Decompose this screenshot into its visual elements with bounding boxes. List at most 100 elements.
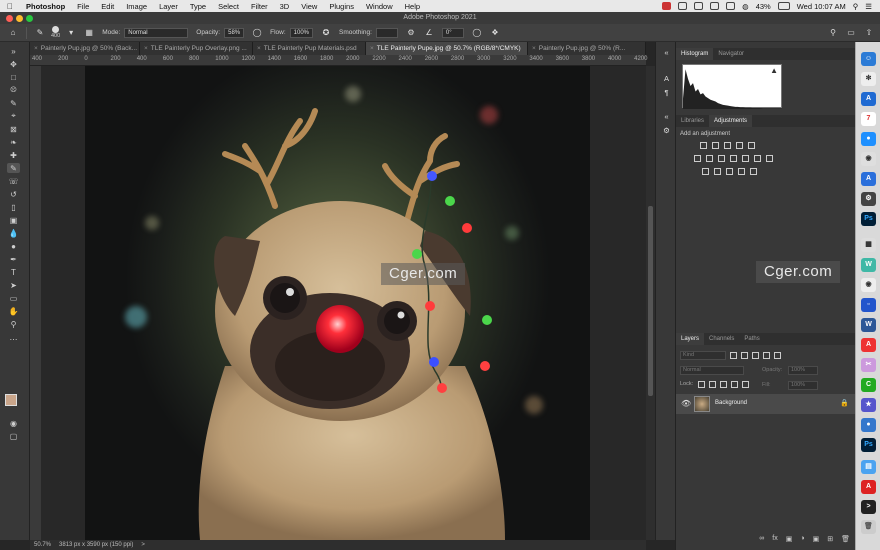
status-menu-arrow[interactable]: > — [141, 542, 145, 548]
tab-histogram[interactable]: Histogram — [676, 48, 714, 60]
apple-icon[interactable]:  — [0, 2, 20, 11]
tab-painterly-pup-materials[interactable]: × TLE Painterly Pup Materials.psd — [253, 42, 366, 55]
collapse-toolbar-icon[interactable]: » — [7, 46, 20, 56]
warning-icon[interactable]: ▲ — [770, 66, 778, 75]
pen-tool-icon[interactable]: ✒ — [7, 254, 20, 264]
selective-color-icon[interactable] — [738, 168, 745, 175]
add-mask-icon[interactable]: ▣ — [786, 535, 793, 547]
frame-tool-icon[interactable]: ⊠ — [7, 124, 20, 134]
lock-all-icon[interactable] — [742, 381, 749, 388]
tab-paths[interactable]: Paths — [739, 333, 764, 345]
tab-adjustments[interactable]: Adjustments — [709, 115, 753, 127]
menu-type[interactable]: Type — [184, 2, 212, 11]
minimize-window-button[interactable] — [16, 15, 23, 22]
collapse-panels-icon[interactable]: « — [661, 112, 672, 122]
pressure-opacity-icon[interactable]: ◯ — [252, 28, 262, 38]
battery-icon[interactable] — [777, 2, 790, 10]
tab-painterly-pup-overlay[interactable]: × TLE Painterly Pup Overlay.png ... — [140, 42, 253, 55]
opacity-field[interactable]: 58% — [224, 27, 245, 38]
pdf-icon[interactable]: A — [861, 480, 876, 494]
layer-row-background[interactable]: 👁 Background 🔒 — [676, 394, 856, 414]
blur-tool-icon[interactable]: 💧 — [7, 228, 20, 238]
invert-icon[interactable] — [702, 168, 709, 175]
brush-preset-picker[interactable]: 400 — [51, 26, 60, 39]
path-selection-tool-icon[interactable]: ➤ — [7, 280, 20, 290]
angle-icon[interactable]: ∠ — [424, 28, 434, 38]
outlook-icon[interactable]: ▫ — [861, 298, 876, 312]
quick-select-tool-icon[interactable]: ✎ — [7, 98, 20, 108]
green-app-icon[interactable]: C — [861, 378, 876, 392]
menu-image[interactable]: Image — [120, 2, 153, 11]
menu-plugins[interactable]: Plugins — [323, 2, 360, 11]
mode-select[interactable]: Normal — [124, 27, 189, 38]
menu-file[interactable]: File — [71, 2, 95, 11]
word-icon[interactable]: W — [861, 318, 876, 332]
black-white-icon[interactable] — [718, 155, 725, 162]
maximize-window-button[interactable] — [26, 15, 33, 22]
document-info[interactable]: 3813 px x 3590 px (150 ppi) — [59, 542, 133, 548]
shape-filter-icon[interactable] — [763, 352, 770, 359]
marquee-tool-icon[interactable]: □ — [7, 72, 20, 82]
color-balance-icon[interactable] — [706, 155, 713, 162]
brush-tool-icon[interactable]: ✎ — [7, 163, 20, 173]
lock-position-icon[interactable] — [720, 381, 727, 388]
menu-view[interactable]: View — [295, 2, 323, 11]
threshold-icon[interactable] — [726, 168, 733, 175]
canvas-scrollbar[interactable] — [646, 66, 655, 540]
grid-icon[interactable] — [694, 2, 704, 10]
curves-icon[interactable] — [724, 142, 731, 149]
calendar-icon[interactable]: 7 — [861, 112, 876, 126]
type-tool-icon[interactable]: T — [7, 267, 20, 277]
notes-icon[interactable]: ▦ — [861, 238, 876, 252]
app-status-icon[interactable] — [662, 2, 672, 10]
star-app-icon[interactable]: ★ — [861, 398, 876, 412]
wifi-icon[interactable]: ◍ — [742, 2, 749, 11]
flow-field[interactable]: 100% — [289, 27, 314, 38]
trash-icon[interactable]: 🗑 — [861, 520, 876, 534]
crop-tool-icon[interactable]: ⌖ — [7, 111, 20, 121]
layer-blend-mode[interactable]: Normal — [680, 366, 744, 375]
photoshop-icon[interactable]: Ps — [861, 212, 876, 226]
control-center-icon[interactable]: ☰ — [865, 2, 872, 11]
smoothing-field[interactable] — [375, 27, 398, 38]
layer-fill-field[interactable]: 100% — [788, 381, 818, 390]
eye-icon[interactable]: 👁 — [681, 399, 691, 408]
search-icon[interactable]: ⚲ — [853, 2, 859, 11]
zoom-level[interactable]: 50.7% — [34, 542, 51, 548]
collapse-panels-icon[interactable]: « — [661, 48, 672, 58]
move-tool-icon[interactable]: ✥ — [7, 59, 20, 69]
new-group-icon[interactable]: ▣ — [813, 535, 820, 547]
hand-tool-icon[interactable]: ✋ — [7, 306, 20, 316]
healing-brush-tool-icon[interactable]: ✚ — [7, 150, 20, 160]
system-preferences-icon[interactable]: ⚙ — [861, 192, 876, 206]
hue-saturation-icon[interactable] — [694, 155, 701, 162]
brush-tool-icon[interactable]: ✎ — [35, 28, 45, 38]
menu-3d[interactable]: 3D — [274, 2, 296, 11]
menu-app[interactable]: Photoshop — [20, 2, 71, 11]
airbrush-icon[interactable]: ✪ — [321, 28, 331, 38]
photo-filter-icon[interactable] — [730, 155, 737, 162]
pressure-size-icon[interactable]: ◯ — [472, 28, 482, 38]
menu-select[interactable]: Select — [212, 2, 245, 11]
tab-painterly-pupe-active[interactable]: × TLE Painterly Pupe.jpg @ 50.7% (RGB/8*/… — [366, 42, 528, 55]
cloud-icon[interactable] — [678, 2, 688, 10]
folder-icon[interactable]: ▤ — [861, 460, 876, 474]
tab-navigator[interactable]: Navigator — [713, 48, 749, 60]
bluetooth-icon[interactable] — [726, 2, 736, 10]
dodge-tool-icon[interactable]: ● — [7, 241, 20, 251]
scrollbar-thumb[interactable] — [648, 206, 653, 396]
chevron-down-icon[interactable]: ▾ — [66, 28, 76, 38]
new-adjustment-icon[interactable]: ◑ — [800, 535, 804, 547]
lock-transparency-icon[interactable] — [698, 381, 705, 388]
menu-window[interactable]: Window — [360, 2, 399, 11]
layer-opacity-field[interactable]: 100% — [788, 366, 818, 375]
menubar-clock[interactable]: Wed 10:07 AM — [797, 2, 846, 11]
eyedropper-tool-icon[interactable]: ❧ — [7, 137, 20, 147]
eraser-tool-icon[interactable]: ▯ — [7, 202, 20, 212]
new-layer-icon[interactable]: ⊞ — [827, 535, 833, 547]
history-brush-tool-icon[interactable]: ↺ — [7, 189, 20, 199]
gear-icon[interactable]: ⚙ — [406, 28, 416, 38]
finder-icon[interactable]: ☺ — [861, 52, 876, 66]
exposure-icon[interactable] — [736, 142, 743, 149]
workspace-icon[interactable]: ▭ — [846, 28, 856, 38]
